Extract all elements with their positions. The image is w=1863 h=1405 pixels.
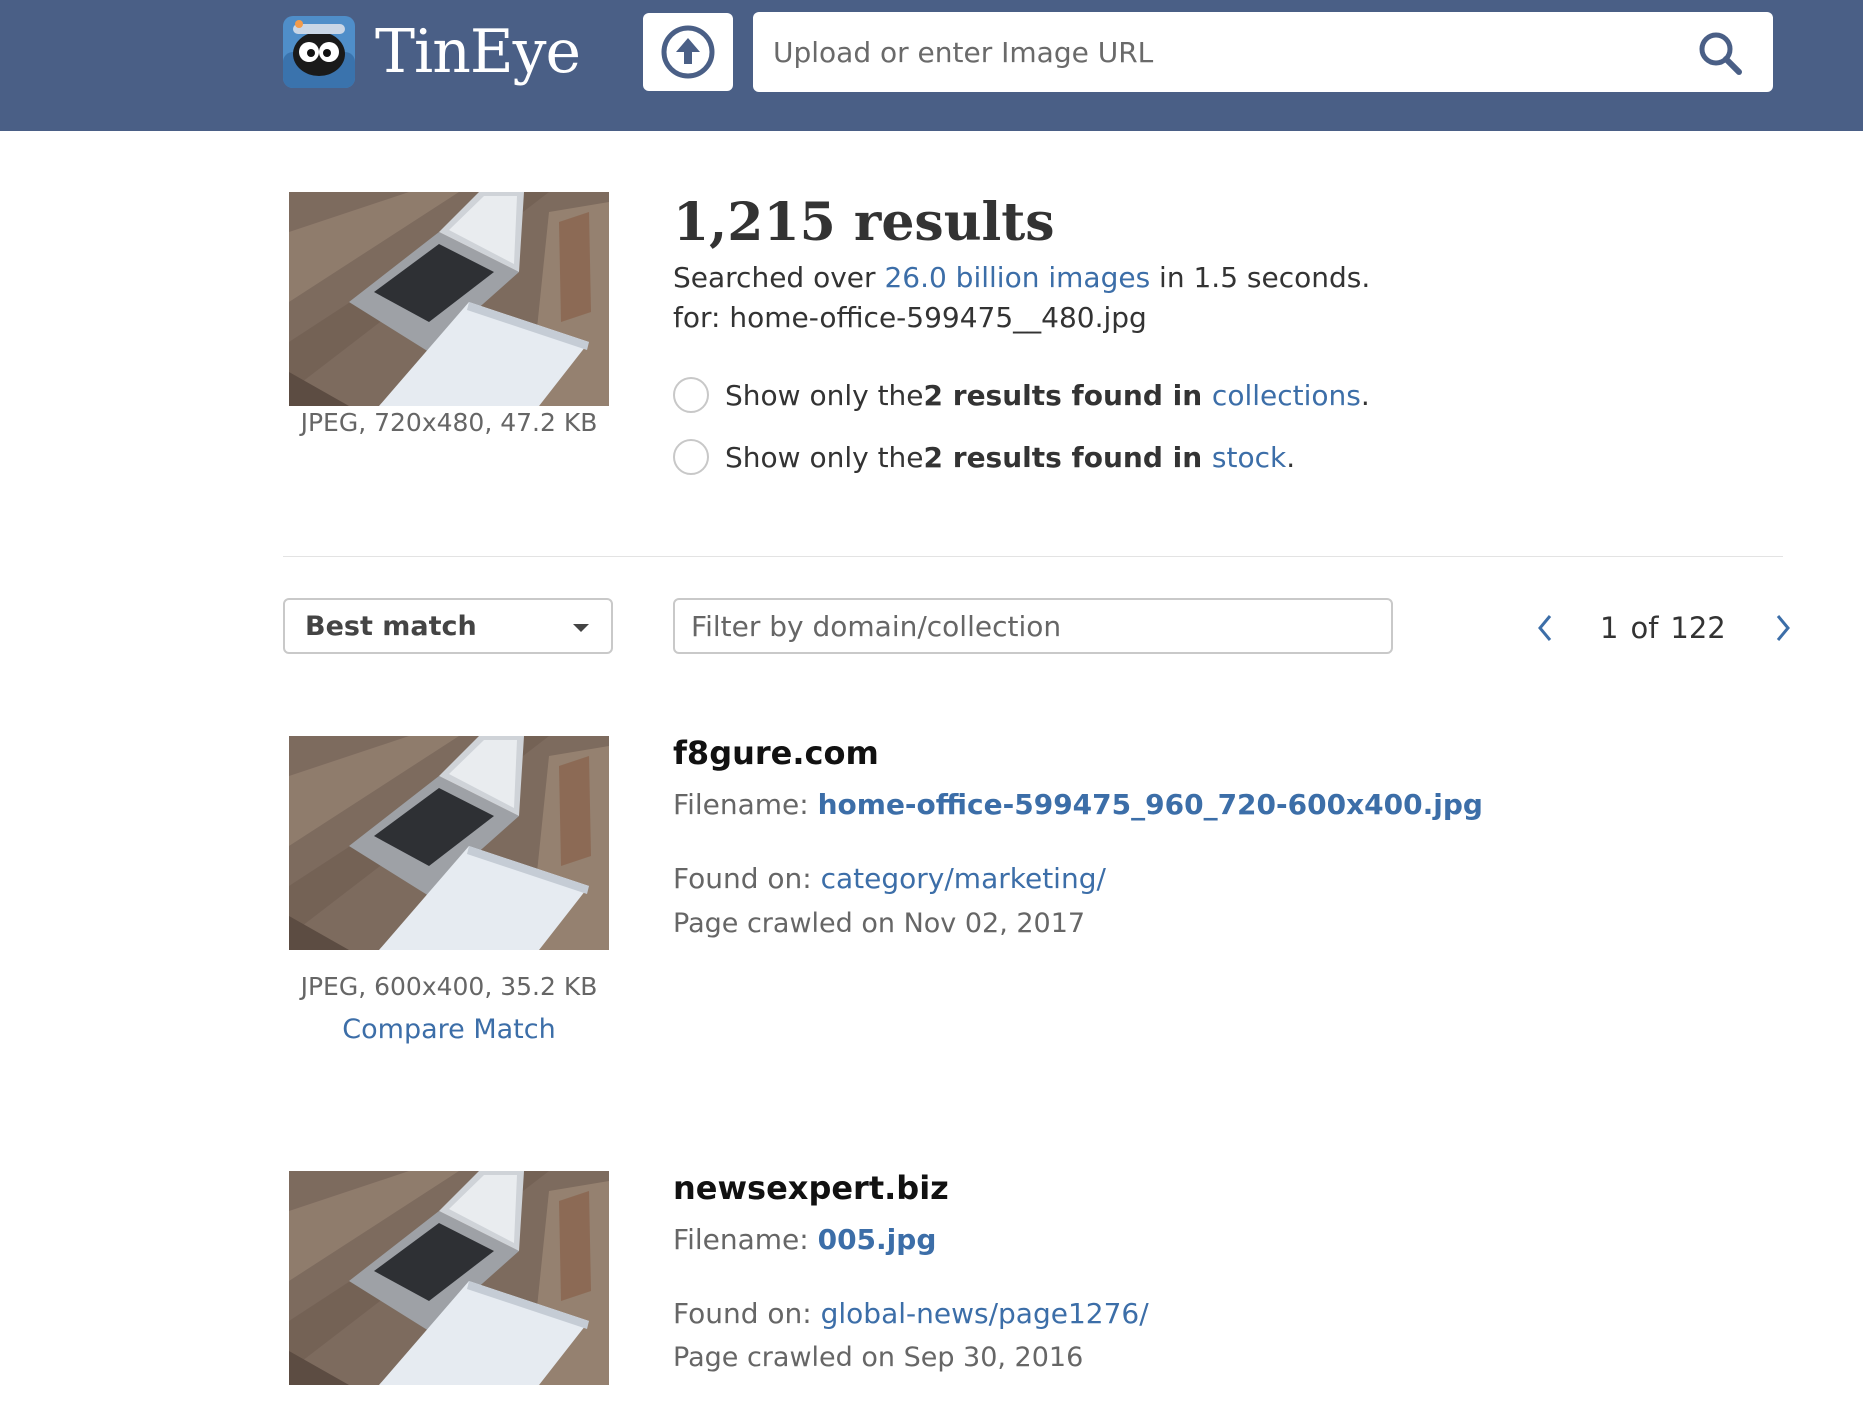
search-box — [753, 12, 1773, 92]
query-image-thumbnail[interactable] — [289, 192, 609, 406]
result-domain-link[interactable]: newsexpert.biz — [673, 1169, 949, 1207]
pagination: 1 of 122 — [1530, 600, 1798, 656]
billion-images-link[interactable]: 26.0 billion images — [884, 261, 1150, 294]
sort-dropdown[interactable]: Best match — [283, 598, 613, 654]
chevron-right-icon — [1776, 615, 1790, 641]
next-page-button[interactable] — [1768, 608, 1798, 648]
stock-radio[interactable] — [673, 439, 709, 475]
domain-filter-input[interactable] — [673, 598, 1393, 654]
query-filename: for: home-office-599475__480.jpg — [673, 301, 1147, 334]
search-stats: Searched over 26.0 billion images in 1.5… — [673, 261, 1371, 294]
query-image-meta: JPEG, 720x480, 47.2 KB — [300, 408, 598, 437]
result-domain-link[interactable]: f8gure.com — [673, 734, 879, 772]
filter-collections-option[interactable]: Show only the 2 results found in collect… — [673, 377, 1370, 413]
results-count: 1,215 results — [673, 192, 1055, 253]
top-bar: TinEye — [0, 0, 1863, 131]
result-image-meta: JPEG, 600x400, 35.2 KB — [300, 972, 598, 1001]
image-url-input[interactable] — [773, 12, 1673, 92]
stock-link[interactable]: stock — [1212, 441, 1286, 474]
result-filename-link[interactable]: home-office-599475_960_720-600x400.jpg — [818, 788, 1483, 821]
result-page-link[interactable]: global-news/page1276/ — [821, 1297, 1149, 1330]
result-thumbnail[interactable] — [289, 1171, 609, 1385]
collections-radio[interactable] — [673, 377, 709, 413]
result-crawl-date: Page crawled on Sep 30, 2016 — [673, 1342, 1084, 1373]
result-thumbnail[interactable] — [289, 736, 609, 950]
result-filename: Filename: 005.jpg — [673, 1223, 937, 1256]
upload-button[interactable] — [643, 13, 733, 91]
page-indicator: 1 of 122 — [1600, 611, 1726, 645]
result-found-on: Found on: global-news/page1276/ — [673, 1297, 1149, 1330]
result-filename-link[interactable]: 005.jpg — [818, 1223, 937, 1256]
result-found-on: Found on: category/marketing/ — [673, 862, 1106, 895]
result-page-link[interactable]: category/marketing/ — [821, 862, 1106, 895]
brand-name[interactable]: TinEye — [375, 16, 581, 88]
upload-arrow-icon — [661, 25, 715, 79]
tineye-logo-icon[interactable] — [283, 16, 355, 88]
filter-stock-option[interactable]: Show only the 2 results found in stock. — [673, 439, 1295, 475]
compare-match-link[interactable]: Compare Match — [279, 1014, 619, 1045]
prev-page-button[interactable] — [1530, 608, 1560, 648]
caret-down-icon — [573, 624, 589, 632]
section-divider — [283, 556, 1783, 557]
search-icon[interactable] — [1697, 30, 1743, 76]
result-crawl-date: Page crawled on Nov 02, 2017 — [673, 908, 1086, 939]
chevron-left-icon — [1538, 615, 1552, 641]
collections-link[interactable]: collections — [1212, 379, 1361, 412]
result-filename: Filename: home-office-599475_960_720-600… — [673, 788, 1483, 821]
